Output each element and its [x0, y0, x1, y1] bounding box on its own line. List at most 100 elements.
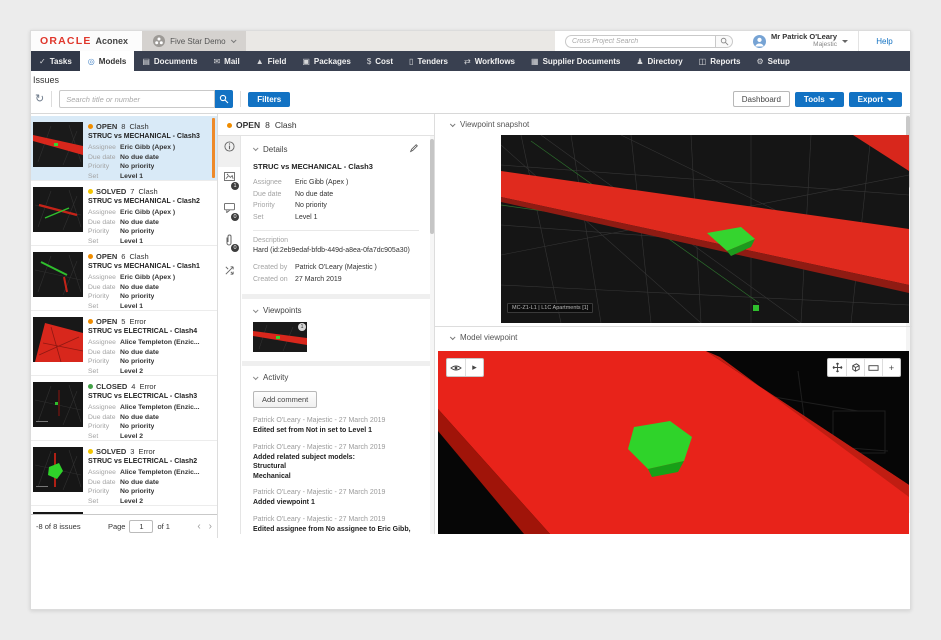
nav-item-workflows[interactable]: ⇄Workflows — [456, 51, 523, 71]
viewpoint-thumbnail[interactable]: 1 — [253, 322, 307, 352]
page-number-input[interactable] — [129, 520, 153, 533]
issue-list-item[interactable]: OPEN5ErrorSTRUC vs ELECTRICAL - Clash4As… — [31, 311, 217, 376]
issue-type: Clash — [138, 187, 157, 196]
chevron-down-icon[interactable] — [450, 121, 456, 127]
scrollbar-thumb[interactable] — [430, 139, 434, 234]
project-selector[interactable]: Five Star Demo — [142, 31, 246, 51]
issue-thumbnail — [33, 317, 83, 362]
help-link[interactable]: Help — [858, 31, 910, 51]
activity-section-title: Activity — [263, 373, 288, 382]
reports-icon: ◫ — [699, 57, 707, 66]
divider — [435, 326, 912, 327]
field-label: Priority — [253, 200, 295, 212]
nav-item-supplier-documents[interactable]: ▦Supplier Documents — [523, 51, 628, 71]
detail-icon-rail: 1 0 0 — [218, 136, 241, 534]
edit-pencil-icon[interactable] — [409, 143, 419, 155]
issue-list-item[interactable]: SOLVED3ErrorSTRUC vs ELECTRICAL - Clash2… — [31, 441, 217, 506]
field-label: Assignee — [88, 338, 120, 348]
search-icon[interactable] — [715, 35, 733, 48]
issue-list-item[interactable]: SOLVED7ClashSTRUC vs MECHANICAL - Clash2… — [31, 181, 217, 246]
chevron-down-icon[interactable] — [253, 374, 259, 380]
expand-tools-button[interactable]: ▸ — [465, 359, 483, 376]
pan-button[interactable] — [828, 359, 846, 376]
tools-button-label: Tools — [804, 95, 825, 104]
filters-button[interactable]: Filters — [248, 92, 290, 107]
chevron-down-icon[interactable] — [253, 307, 259, 313]
user-menu[interactable]: Mr Patrick O'Leary Majestic — [743, 31, 858, 51]
field-label: Priority — [88, 292, 120, 302]
attachments-tab[interactable]: 0 — [218, 229, 240, 260]
issue-list-item[interactable] — [31, 506, 217, 514]
activity-text: Added viewpoint 1 — [253, 498, 419, 508]
info-tab[interactable] — [218, 136, 240, 167]
detail-scrollbar[interactable] — [430, 136, 434, 534]
issue-field-row: PriorityNo priority — [88, 162, 209, 172]
issue-info: OPEN6ClashSTRUC vs MECHANICAL - Clash1As… — [88, 252, 209, 310]
images-tab[interactable]: 1 — [218, 167, 240, 198]
zoom-out-button[interactable] — [864, 359, 882, 376]
field-value: No priority — [120, 162, 154, 172]
created-on-label: Created on — [253, 274, 295, 286]
related-items-tab[interactable] — [218, 260, 240, 291]
field-label: Due date — [88, 478, 120, 488]
issue-list: OPEN8ClashSTRUC vs MECHANICAL - Clash3As… — [31, 114, 217, 514]
details-section-header: Details — [253, 143, 419, 155]
nav-item-directory[interactable]: ♟Directory — [628, 51, 690, 71]
activity-entry: Patrick O'Leary - Majestic - 27 March 20… — [253, 444, 419, 482]
prev-page-icon[interactable]: ‹ — [197, 522, 200, 532]
viewpoint-snapshot-image[interactable]: MC-Z1-L1 | L1C Apartments [1] — [501, 135, 909, 323]
refresh-icon[interactable]: ↻ — [35, 94, 44, 105]
image-icon — [224, 172, 235, 181]
model-viewer[interactable]: ▸ + — [438, 351, 909, 534]
field-label: Set — [88, 172, 120, 182]
nav-item-setup[interactable]: ⚙Setup — [748, 51, 797, 71]
add-comment-button[interactable]: Add comment — [253, 391, 317, 408]
next-page-icon[interactable]: › — [209, 522, 212, 532]
field-value: No priority — [120, 227, 154, 237]
chevron-down-icon[interactable] — [253, 145, 259, 151]
cross-project-search-input[interactable] — [565, 35, 715, 48]
viewpoint-count-badge: 1 — [298, 323, 306, 331]
issue-list-item[interactable]: OPEN8ClashSTRUC vs MECHANICAL - Clash3As… — [31, 116, 217, 181]
search-icon[interactable] — [215, 90, 233, 108]
issue-thumbnail — [33, 382, 83, 427]
detail-field-row: Created on27 March 2019 — [253, 274, 419, 286]
nav-item-cost[interactable]: $Cost — [359, 51, 401, 71]
nav-item-tasks[interactable]: ✓Tasks — [31, 51, 80, 71]
nav-item-reports[interactable]: ◫Reports — [691, 51, 749, 71]
issue-search-input[interactable] — [59, 90, 215, 108]
issue-type: Error — [129, 317, 146, 326]
visibility-button[interactable] — [447, 359, 465, 376]
nav-item-mail[interactable]: ✉Mail — [205, 51, 247, 71]
field-value: No priority — [120, 357, 154, 367]
field-label: Due date — [88, 283, 120, 293]
issue-type: Error — [138, 447, 155, 456]
field-label: Priority — [88, 227, 120, 237]
user-name: Mr Patrick O'Leary — [771, 33, 837, 41]
chevron-down-icon[interactable] — [450, 334, 456, 340]
detail-number: 8 — [265, 120, 270, 130]
comments-tab[interactable]: 0 — [218, 198, 240, 229]
field-value: No priority — [120, 422, 154, 432]
nav-item-documents[interactable]: ▤Documents — [134, 51, 205, 71]
tools-button[interactable]: Tools — [795, 92, 844, 107]
export-button[interactable]: Export — [849, 92, 902, 107]
field-label: Assignee — [88, 208, 120, 218]
nav-item-models[interactable]: ◎Models — [80, 51, 135, 71]
nav-item-field[interactable]: ▲Field — [248, 51, 295, 71]
issues-toolbar: ↻ Filters Dashboard Tools Export — [31, 88, 910, 110]
desktop-background: ORACLE Aconex Five Star Demo Mr Patrick … — [0, 0, 941, 640]
field-value: Eric Gibb (Apex ) — [120, 208, 175, 218]
orbit-button[interactable] — [846, 359, 864, 376]
dashboard-button[interactable]: Dashboard — [733, 91, 790, 107]
divider — [253, 230, 419, 231]
issue-list-item[interactable]: OPEN6ClashSTRUC vs MECHANICAL - Clash1As… — [31, 246, 217, 311]
nav-item-tenders[interactable]: ▯Tenders — [401, 51, 456, 71]
pagination-summary: -8 of 8 issues — [36, 522, 81, 531]
nav-item-packages[interactable]: ▣Packages — [294, 51, 358, 71]
issue-list-item[interactable]: CLOSED4ErrorSTRUC vs ELECTRICAL - Clash3… — [31, 376, 217, 441]
issue-field-row: Due dateNo due date — [88, 153, 209, 163]
field-value: Eric Gibb (Apex ) — [295, 177, 348, 189]
field-label: Set — [88, 367, 120, 377]
zoom-in-button[interactable]: + — [882, 359, 900, 376]
